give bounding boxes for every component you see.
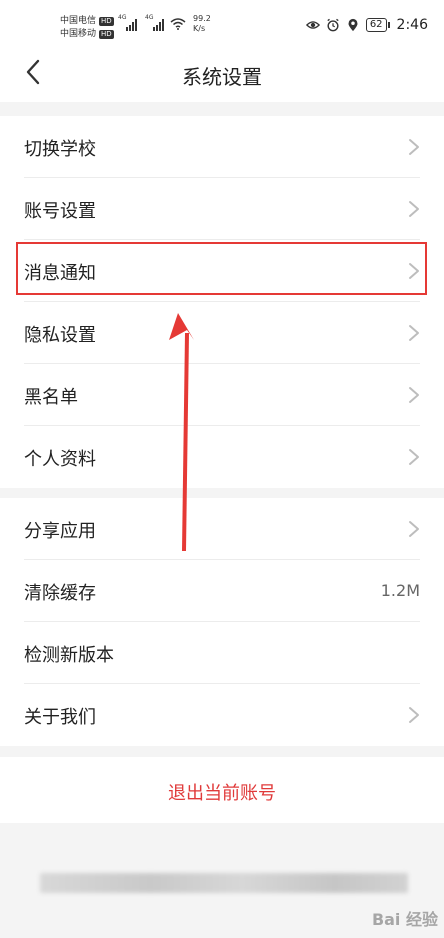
carrier-1: 中国电信	[60, 16, 97, 26]
eye-icon	[305, 21, 320, 29]
settings-item-check-update[interactable]: 检测新版本	[0, 622, 444, 684]
settings-item-label: 检测新版本	[24, 645, 114, 666]
status-right: 62 2:46	[305, 17, 428, 33]
page-title: 系统设置	[182, 65, 262, 89]
settings-item-label: 账号设置	[24, 201, 96, 222]
settings-item-label: 分享应用	[24, 521, 96, 542]
settings-item-share-app[interactable]: 分享应用	[0, 498, 444, 560]
chevron-right-icon	[409, 387, 419, 403]
signal-icon: 4G	[118, 14, 137, 31]
navbar: 系统设置	[0, 44, 444, 102]
wifi-icon	[170, 18, 186, 30]
location-icon	[348, 18, 358, 32]
signal-icon: 4G	[145, 14, 164, 31]
chevron-right-icon	[409, 201, 419, 217]
settings-item-label: 清除缓存	[24, 583, 96, 604]
hd-badge: HD	[99, 17, 114, 26]
settings-group-app: 分享应用 清除缓存 1.2M 检测新版本 关于我们	[0, 498, 444, 746]
settings-item-label: 关于我们	[24, 707, 96, 728]
logout-button[interactable]: 退出当前账号	[0, 779, 444, 805]
chevron-right-icon	[409, 263, 419, 279]
battery-indicator: 62	[365, 18, 390, 32]
settings-item-label: 切换学校	[24, 139, 96, 160]
settings-group-account: 切换学校 账号设置 消息通知 隐私设置 黑名单 个人资料	[0, 116, 444, 488]
cache-size-value: 1.2M	[380, 581, 420, 600]
status-bar: 中国电信 HD 中国移动 HD 4G 4G 99.2 K/s 62 2:46	[0, 0, 444, 44]
chevron-right-icon	[409, 521, 419, 537]
settings-item-label: 隐私设置	[24, 325, 96, 346]
signal-indicators: 4G 4G 99.2 K/s	[118, 14, 211, 34]
settings-item-about[interactable]: 关于我们	[0, 684, 444, 746]
settings-item-privacy[interactable]: 隐私设置	[0, 302, 444, 364]
network-speed: 99.2 K/s	[193, 14, 211, 33]
carrier-info: 中国电信 HD 中国移动 HD	[60, 15, 114, 41]
settings-item-label: 消息通知	[24, 263, 96, 284]
hd-badge: HD	[99, 30, 114, 39]
carrier-2: 中国移动	[60, 29, 97, 39]
settings-item-account-settings[interactable]: 账号设置	[0, 178, 444, 240]
blurred-footer-text	[40, 873, 408, 893]
settings-item-label: 个人资料	[24, 449, 96, 470]
settings-item-label: 黑名单	[24, 387, 78, 408]
settings-item-notifications[interactable]: 消息通知	[0, 240, 444, 302]
logout-bar: 退出当前账号	[0, 757, 444, 823]
chevron-right-icon	[409, 707, 419, 723]
chevron-right-icon	[409, 449, 419, 465]
watermark-logo: Bai 经验	[371, 910, 438, 929]
alarm-icon	[327, 18, 339, 32]
settings-item-blacklist[interactable]: 黑名单	[0, 364, 444, 426]
settings-item-profile[interactable]: 个人资料	[0, 426, 444, 488]
clock: 2:46	[396, 17, 428, 33]
chevron-right-icon	[409, 325, 419, 341]
settings-item-clear-cache[interactable]: 清除缓存 1.2M	[0, 560, 444, 622]
chevron-right-icon	[409, 139, 419, 155]
settings-item-switch-school[interactable]: 切换学校	[0, 116, 444, 178]
